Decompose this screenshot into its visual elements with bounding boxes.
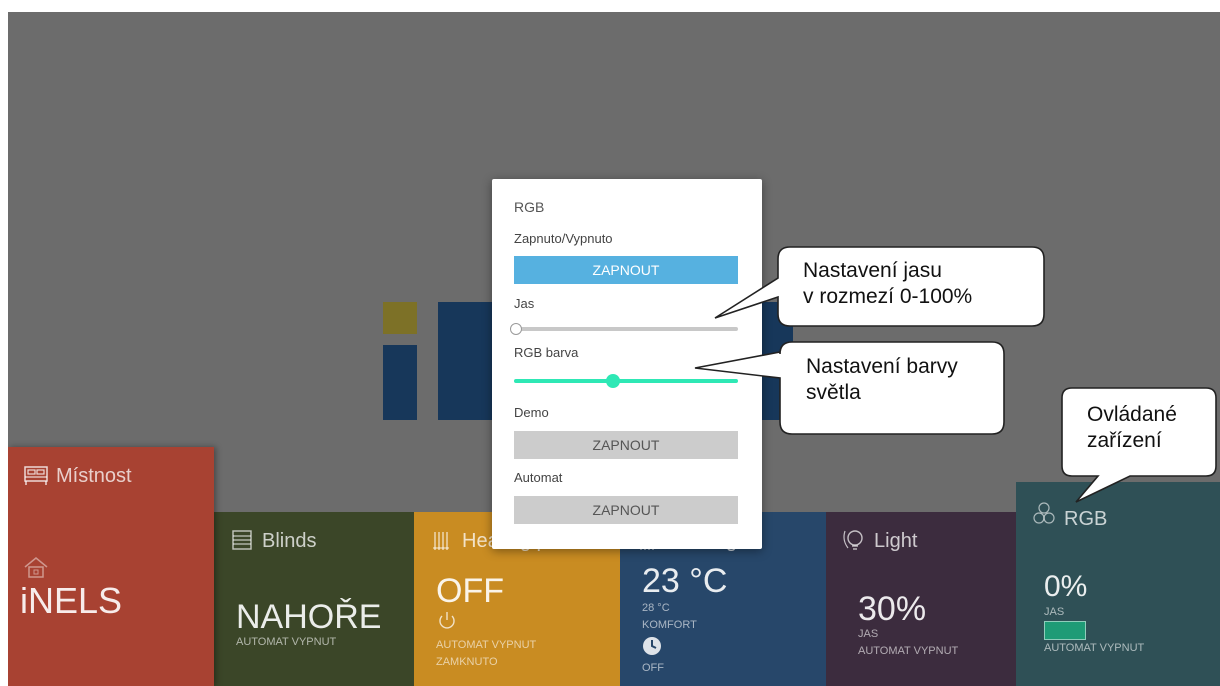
callout-line: Ovládané — [1087, 403, 1177, 426]
callout-line: Nastavení jasu — [803, 259, 942, 282]
color-callout: Nastavení barvy světla — [806, 354, 958, 406]
callout-line: v rozmezí 0-100% — [803, 285, 973, 308]
brightness-callout: Nastavení jasu v rozmezí 0-100% — [803, 258, 972, 310]
callout-line: světla — [806, 381, 861, 404]
devices-callout: Ovládané zařízení — [1087, 402, 1177, 454]
callout-line: zařízení — [1087, 429, 1162, 452]
callout-line: Nastavení barvy — [806, 355, 958, 378]
callout-layer — [694, 246, 1217, 503]
